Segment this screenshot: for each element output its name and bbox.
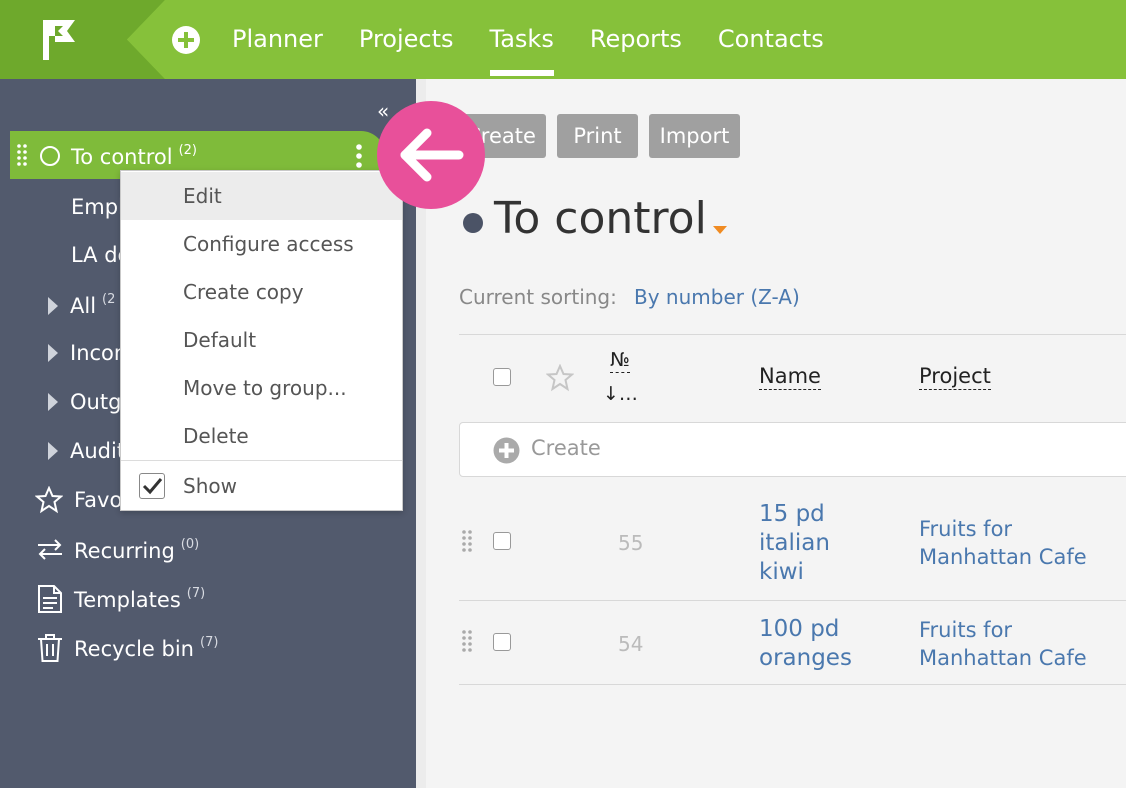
sidebar-item-label: Templates	[74, 588, 181, 612]
sorting-label: Current sorting:	[459, 285, 617, 309]
arrow-left-icon	[400, 128, 464, 182]
select-all-checkbox[interactable]	[493, 368, 511, 386]
sidebar-item-label: All	[70, 294, 97, 318]
drag-handle-icon[interactable]	[461, 629, 473, 653]
task-number: 55	[618, 531, 644, 555]
menu-item-create-copy[interactable]: Create copy	[121, 268, 402, 316]
menu-item-configure-access[interactable]: Configure access	[121, 220, 402, 268]
nav-reports[interactable]: Reports	[590, 0, 682, 79]
expand-arrow-icon[interactable]	[48, 393, 58, 411]
sidebar-item-recycle-bin[interactable]: Recycle bin (7)	[74, 635, 218, 661]
main-nav: Planner Projects Tasks Reports Contacts	[170, 0, 860, 79]
expand-arrow-icon[interactable]	[48, 297, 58, 315]
menu-item-move-to-group[interactable]: Move to group...	[121, 364, 402, 412]
expand-arrow-icon[interactable]	[48, 344, 58, 362]
menu-item-default[interactable]: Default	[121, 316, 402, 364]
sidebar-item-count: (0)	[180, 537, 200, 552]
sidebar-item-templates[interactable]: Templates (7)	[74, 586, 205, 612]
checkmark-icon	[142, 478, 163, 495]
menu-item-edit[interactable]: Edit	[121, 172, 402, 220]
page-title: To control	[494, 193, 707, 244]
sidebar-item-all[interactable]: All (2	[48, 292, 115, 318]
logo[interactable]	[0, 0, 165, 79]
nav-projects[interactable]: Projects	[359, 0, 454, 79]
nav-contacts[interactable]: Contacts	[718, 0, 824, 79]
task-name-link[interactable]: 100 pd oranges	[759, 615, 869, 673]
sidebar-item-label: Audit	[70, 439, 126, 463]
project-link[interactable]: Fruits for Manhattan Cafe	[919, 515, 1087, 571]
project-link[interactable]: Fruits for Manhattan Cafe	[919, 616, 1087, 672]
inline-create-row[interactable]: Create	[459, 422, 1126, 477]
sidebar-item-label: Recycle bin	[74, 637, 194, 661]
inline-create-label: Create	[531, 436, 601, 460]
import-button[interactable]: Import	[649, 114, 740, 158]
expand-arrow-icon[interactable]	[48, 442, 58, 460]
sidebar-item-audit[interactable]: Audit	[48, 439, 125, 463]
pointer-arrow-callout	[377, 101, 485, 209]
context-menu: Edit Configure access Create copy Defaul…	[120, 170, 403, 511]
sidebar-item-count: (7)	[200, 635, 219, 650]
sidebar-item-count: (7)	[186, 586, 206, 601]
column-number-sort[interactable]: ↓…	[603, 383, 638, 405]
sorting-value-link[interactable]: By number (Z-A)	[634, 285, 800, 309]
print-button[interactable]: Print	[557, 114, 638, 158]
menu-item-show[interactable]: Show	[121, 462, 402, 510]
row-checkbox[interactable]	[493, 532, 511, 550]
row-divider	[459, 600, 1126, 601]
column-project-header[interactable]: Project	[919, 364, 991, 390]
nav-planner[interactable]: Planner	[232, 0, 323, 79]
title-dropdown-icon[interactable]	[713, 226, 727, 234]
column-number-header[interactable]: №	[610, 349, 630, 373]
row-checkbox[interactable]	[493, 633, 511, 651]
add-circle-icon[interactable]	[493, 437, 520, 464]
add-icon[interactable]	[170, 24, 202, 56]
sidebar-item-count: (2	[102, 292, 116, 307]
drag-handle-icon[interactable]	[461, 529, 473, 553]
status-circle-icon	[40, 146, 60, 166]
more-options-icon[interactable]	[355, 143, 363, 169]
nav-tasks[interactable]: Tasks	[489, 0, 555, 79]
trash-icon	[38, 634, 62, 662]
drag-handle-icon[interactable]	[17, 143, 27, 167]
star-icon	[35, 486, 63, 514]
top-navigation-bar: Planner Projects Tasks Reports Contacts	[0, 0, 1126, 79]
task-name-link[interactable]: 15 pd italian kiwi	[759, 500, 869, 587]
recurring-icon	[38, 539, 62, 560]
star-header-icon[interactable]	[546, 364, 574, 392]
title-status-dot	[463, 213, 483, 233]
menu-divider	[121, 460, 402, 461]
task-number: 54	[618, 632, 644, 656]
sidebar-item-label: Recurring	[74, 539, 175, 563]
menu-item-delete[interactable]: Delete	[121, 412, 402, 460]
column-name-header[interactable]: Name	[759, 364, 821, 390]
templates-icon	[38, 585, 62, 613]
sidebar-item-label: To control	[71, 145, 173, 169]
show-checkbox[interactable]	[139, 473, 165, 499]
sidebar-item-recurring[interactable]: Recurring (0)	[74, 537, 199, 563]
main-content: Create Print Import To control Current s…	[426, 79, 1126, 788]
row-divider	[459, 684, 1126, 685]
sidebar-item-count: (2)	[178, 143, 197, 158]
divider	[459, 334, 1126, 335]
